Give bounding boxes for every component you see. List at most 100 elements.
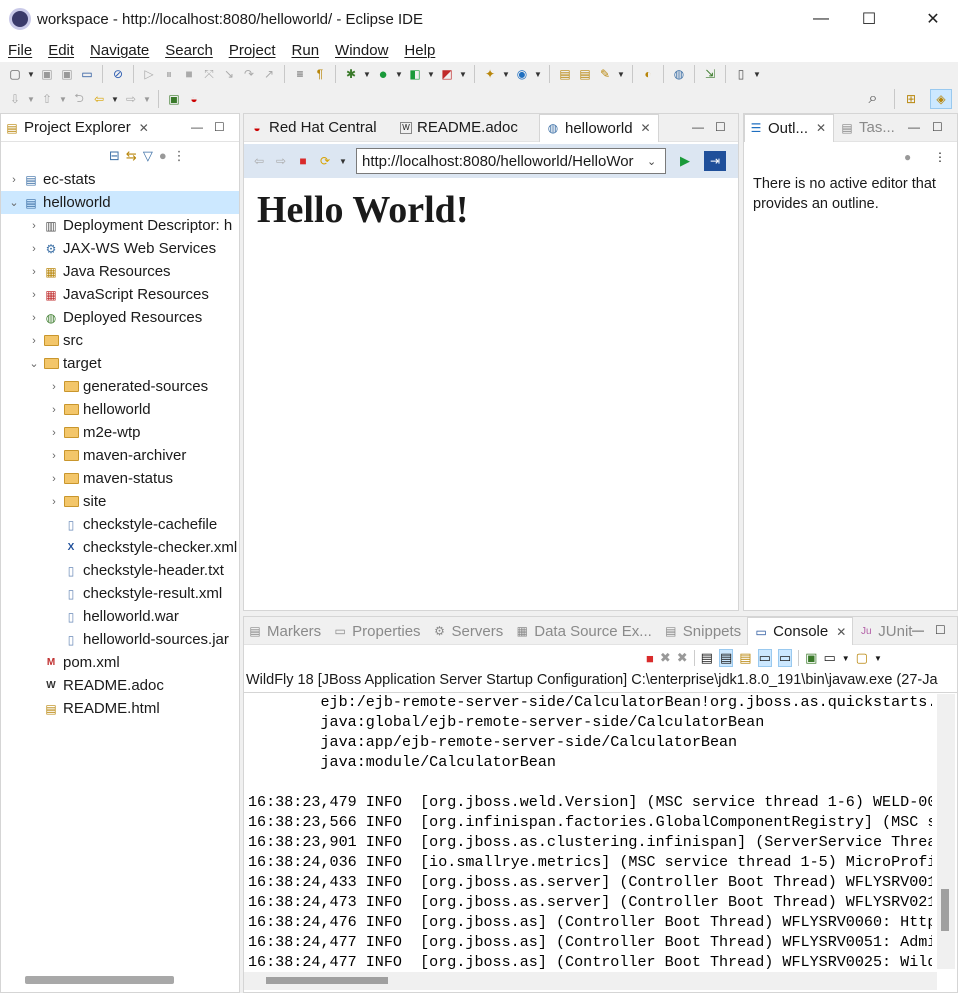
horizontal-scrollbar[interactable]: [25, 976, 174, 984]
chevron-right-icon[interactable]: ›: [7, 174, 21, 186]
toggle-word-wrap-icon[interactable]: ≡: [291, 66, 309, 82]
minimize-button[interactable]: —: [798, 0, 844, 38]
clear-console-icon[interactable]: ▤: [701, 650, 713, 666]
forward-icon[interactable]: ⇨: [122, 91, 140, 107]
word-wrap-icon[interactable]: ▤: [739, 650, 751, 666]
chevron-right-icon[interactable]: ›: [47, 496, 61, 508]
tree-item[interactable]: ▯ checkstyle-header.txt: [47, 559, 224, 582]
browser-menu-dropdown-icon[interactable]: ▼: [338, 153, 348, 169]
show-on-stderr-icon[interactable]: ▭: [777, 649, 793, 667]
open-console-dropdown-icon[interactable]: ▼: [874, 654, 882, 663]
tab-project-explorer[interactable]: ▤ Project Explorer ✕: [1, 114, 155, 142]
remove-all-terminated-icon[interactable]: ✖: [677, 650, 688, 666]
filter-icon[interactable]: ▽: [143, 148, 153, 164]
server-dropdown-icon[interactable]: ▼: [752, 66, 762, 82]
chevron-right-icon[interactable]: ›: [27, 312, 41, 324]
new-java-class-icon[interactable]: ◉: [513, 66, 531, 82]
debug-dropdown-icon[interactable]: ▼: [362, 66, 372, 82]
run-dropdown-icon[interactable]: ▼: [394, 66, 404, 82]
next-annotation-dropdown-icon[interactable]: ▼: [26, 91, 36, 107]
tree-item[interactable]: › maven-archiver: [47, 444, 186, 467]
tab-console[interactable]: ▭ Console ✕: [747, 617, 854, 645]
tree-item[interactable]: › ⚙ JAX-WS Web Services: [27, 237, 216, 260]
search-tool-icon[interactable]: ✎: [596, 66, 614, 82]
open-task-icon[interactable]: ▤: [576, 66, 594, 82]
tree-item[interactable]: ▯ helloworld.war: [47, 605, 179, 628]
tree-item[interactable]: › src: [27, 329, 83, 352]
remove-launch-icon[interactable]: ✖: [660, 650, 671, 666]
menu-edit[interactable]: Edit: [40, 42, 82, 59]
previous-annotation-dropdown-icon[interactable]: ▼: [58, 91, 68, 107]
previous-annotation-icon[interactable]: ⇧: [38, 91, 56, 107]
menu-search[interactable]: Search: [157, 42, 221, 59]
focus-icon[interactable]: ●: [904, 150, 911, 164]
maximize-button[interactable]: ☐: [846, 0, 892, 38]
new-dropdown-icon[interactable]: ▼: [26, 66, 36, 82]
terminate-icon[interactable]: ■: [646, 651, 654, 666]
last-edit-location-icon[interactable]: ⮌: [70, 91, 88, 107]
collapse-all-icon[interactable]: ⊟: [109, 148, 120, 164]
step-return-icon[interactable]: ↗: [260, 66, 278, 82]
chevron-right-icon[interactable]: ›: [47, 450, 61, 462]
external-tools-icon[interactable]: ◩: [438, 66, 456, 82]
coverage-icon[interactable]: ◧: [406, 66, 424, 82]
step-over-icon[interactable]: ↷: [240, 66, 258, 82]
display-console-dropdown-icon[interactable]: ▼: [842, 654, 850, 663]
tree-item[interactable]: ▤ README.html: [27, 697, 159, 720]
browser-refresh-icon[interactable]: ⟳: [316, 153, 334, 169]
server-icon[interactable]: ▯: [732, 66, 750, 82]
maximize-view-icon[interactable]: ☐: [715, 120, 726, 134]
show-whitespace-icon[interactable]: ¶: [311, 66, 329, 82]
tab-helloworld[interactable]: ◍ helloworld ✕: [539, 113, 659, 142]
tree-item[interactable]: › ▦ Java Resources: [27, 260, 170, 283]
tree-item[interactable]: Mpom.xml: [27, 651, 120, 674]
chevron-down-icon[interactable]: ⌄: [7, 196, 21, 209]
tree-item[interactable]: › ▤ ec-stats: [7, 168, 95, 191]
open-external-browser-icon[interactable]: ⇥: [704, 151, 726, 171]
run-icon[interactable]: ●: [374, 66, 392, 83]
close-icon[interactable]: ✕: [641, 121, 651, 135]
open-console-icon[interactable]: ▢: [856, 650, 868, 666]
chevron-right-icon[interactable]: ›: [27, 266, 41, 278]
menu-run[interactable]: Run: [284, 42, 328, 59]
tab-data-source-explorer[interactable]: ▦ Data Source Ex...: [509, 617, 658, 645]
close-icon[interactable]: ✕: [139, 121, 149, 135]
view-menu-icon[interactable]: ⋮: [934, 150, 946, 164]
terminal-icon[interactable]: ▭: [78, 66, 96, 82]
suspend-icon[interactable]: ⏸: [160, 66, 178, 82]
save-all-icon[interactable]: ▣: [58, 66, 76, 82]
scroll-lock-icon[interactable]: ▤: [718, 649, 734, 667]
url-dropdown-icon[interactable]: ⌄: [647, 155, 665, 168]
minimize-view-icon[interactable]: —: [908, 120, 920, 134]
menu-window[interactable]: Window: [327, 42, 396, 59]
terminate-icon[interactable]: ■: [180, 66, 198, 82]
horizontal-scrollbar-track[interactable]: [244, 972, 937, 990]
chevron-right-icon[interactable]: ›: [47, 427, 61, 439]
tree-item[interactable]: ⌄ ▤ helloworld: [1, 191, 239, 214]
new-java-class-dropdown-icon[interactable]: ▼: [533, 66, 543, 82]
new-java-project-dropdown-icon[interactable]: ▼: [501, 66, 511, 82]
tab-outline[interactable]: ☰ Outl... ✕: [744, 113, 834, 142]
tree-item[interactable]: ▯ helloworld-sources.jar: [47, 628, 229, 651]
maximize-view-icon[interactable]: ☐: [214, 120, 225, 134]
tree-item[interactable]: › ▥ Deployment Descriptor: h: [27, 214, 232, 237]
vertical-scrollbar-thumb[interactable]: [941, 889, 949, 931]
jee-perspective-icon[interactable]: ◈: [930, 89, 952, 109]
chevron-right-icon[interactable]: ›: [27, 289, 41, 301]
menu-help[interactable]: Help: [396, 42, 443, 59]
new-java-project-icon[interactable]: ✦: [481, 66, 499, 82]
chevron-right-icon[interactable]: ›: [47, 404, 61, 416]
browser-forward-icon[interactable]: ⇨: [272, 153, 290, 169]
minimize-view-icon[interactable]: —: [912, 623, 924, 637]
focus-icon[interactable]: ●: [159, 148, 167, 164]
step-into-icon[interactable]: ↘: [220, 66, 238, 82]
tree-item[interactable]: › ▦ JavaScript Resources: [27, 283, 209, 306]
tab-properties[interactable]: ▭ Properties: [327, 617, 426, 645]
chevron-right-icon[interactable]: ›: [27, 243, 41, 255]
maximize-view-icon[interactable]: ☐: [935, 623, 946, 637]
close-icon[interactable]: ✕: [836, 625, 846, 639]
tab-snippets[interactable]: ▤ Snippets: [658, 617, 747, 645]
url-input[interactable]: http://localhost:8080/helloworld/HelloWo…: [356, 148, 666, 174]
tree-item[interactable]: Xcheckstyle-checker.xml: [47, 536, 238, 559]
tab-readme-adoc[interactable]: W README.adoc: [394, 114, 539, 142]
